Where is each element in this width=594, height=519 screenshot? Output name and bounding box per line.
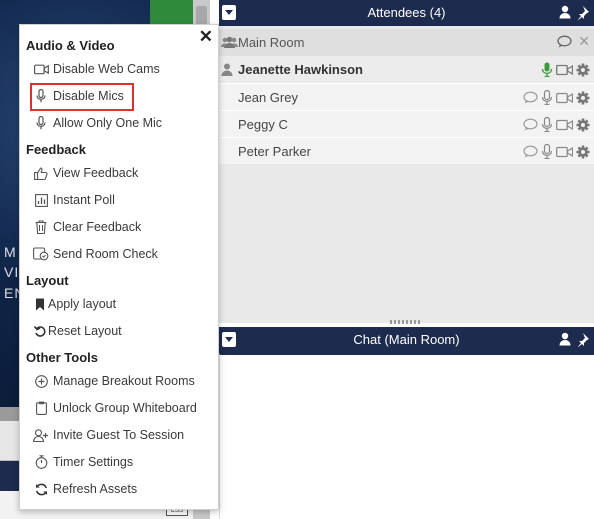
- attendee-row[interactable]: Peggy C: [219, 110, 594, 137]
- group-icon: [221, 36, 238, 48]
- chat-header: Chat (Main Room): [219, 327, 594, 353]
- host-row[interactable]: Jeanette Hawkinson: [219, 56, 594, 83]
- highlight-box: [30, 83, 134, 111]
- menu-item-label: Manage Breakout Rooms: [53, 374, 195, 388]
- host-tools-menu: ✕ Audio & Video Disable Web Cams Disable…: [19, 24, 219, 510]
- menu-item-label: View Feedback: [53, 166, 139, 180]
- attendee-name: Jean Grey: [238, 90, 298, 105]
- menu-item-label: Disable Web Cams: [53, 62, 160, 76]
- user-icon[interactable]: [559, 5, 573, 19]
- gear-icon[interactable]: [576, 145, 590, 159]
- add-user-icon: [33, 428, 48, 442]
- poll-icon: [34, 193, 48, 207]
- menu-item-label: Refresh Assets: [53, 482, 138, 496]
- bookmark-icon: [36, 298, 44, 310]
- chat-messages-area[interactable]: [219, 353, 594, 519]
- mic-icon[interactable]: [541, 144, 553, 159]
- menu-item-label: Send Room Check: [53, 247, 158, 261]
- mic-icon[interactable]: [541, 62, 553, 77]
- webcam-icon[interactable]: [556, 146, 573, 158]
- mic-icon: [36, 116, 46, 130]
- webcam-icon[interactable]: [556, 119, 573, 131]
- section-title-other-tools: Other Tools: [26, 350, 98, 365]
- panel-resize-handle[interactable]: [390, 320, 420, 324]
- mic-icon[interactable]: [541, 117, 553, 132]
- menu-item-manage-breakout-rooms[interactable]: Manage Breakout Rooms: [32, 370, 195, 392]
- menu-item-unlock-group-whiteboard[interactable]: Unlock Group Whiteboard: [32, 397, 197, 419]
- clipboard-icon: [35, 401, 47, 415]
- chat-bubble-icon[interactable]: [523, 118, 538, 131]
- menu-item-allow-only-one-mic[interactable]: Allow Only One Mic: [32, 112, 162, 134]
- trash-icon: [35, 220, 47, 234]
- menu-item-send-room-check[interactable]: Send Room Check: [32, 243, 158, 265]
- webcam-icon[interactable]: [556, 64, 573, 76]
- stopwatch-icon: [35, 455, 47, 469]
- section-title-audio-video: Audio & Video: [26, 38, 115, 53]
- menu-item-reset-layout[interactable]: Reset Layout: [34, 320, 122, 342]
- menu-item-label: Apply layout: [48, 297, 117, 311]
- attendee-name: Peter Parker: [238, 144, 311, 159]
- gear-icon[interactable]: [576, 118, 590, 132]
- room-check-icon: [33, 247, 49, 261]
- menu-item-invite-guest[interactable]: Invite Guest To Session: [32, 424, 184, 446]
- user-icon: [221, 63, 233, 76]
- close-icon[interactable]: ✕: [578, 34, 590, 48]
- chat-bubble-icon[interactable]: [557, 35, 572, 48]
- user-icon[interactable]: [559, 332, 573, 346]
- refresh-icon: [35, 483, 47, 495]
- undo-icon: [34, 325, 46, 337]
- menu-item-instant-poll[interactable]: Instant Poll: [32, 189, 115, 211]
- menu-item-view-feedback[interactable]: View Feedback: [32, 162, 138, 184]
- attendees-list: Main Room ✕ Jeanette Hawkinson Jean Grey…: [219, 26, 594, 323]
- webcam-icon: [33, 64, 49, 74]
- main-room-row[interactable]: Main Room ✕: [219, 29, 594, 56]
- gear-icon[interactable]: [576, 91, 590, 105]
- mic-icon[interactable]: [541, 90, 553, 105]
- close-icon[interactable]: ✕: [199, 28, 213, 45]
- menu-item-label: Unlock Group Whiteboard: [53, 401, 197, 415]
- pin-icon[interactable]: [575, 332, 590, 347]
- menu-item-label: Reset Layout: [48, 324, 122, 338]
- menu-item-clear-feedback[interactable]: Clear Feedback: [32, 216, 141, 238]
- menu-item-label: Allow Only One Mic: [53, 116, 163, 130]
- menu-item-label: Clear Feedback: [53, 220, 142, 234]
- attendee-row[interactable]: Jean Grey: [219, 83, 594, 110]
- menu-item-label: Instant Poll: [53, 193, 115, 207]
- menu-item-label: Invite Guest To Session: [53, 428, 185, 442]
- menu-item-refresh-assets[interactable]: Refresh Assets: [32, 478, 137, 500]
- section-title-layout: Layout: [26, 273, 69, 288]
- menu-item-apply-layout[interactable]: Apply layout: [34, 293, 116, 315]
- webcam-icon[interactable]: [556, 92, 573, 104]
- menu-item-timer-settings[interactable]: Timer Settings: [32, 451, 133, 473]
- thumbs-up-icon: [34, 166, 48, 180]
- menu-item-disable-web-cams[interactable]: Disable Web Cams: [32, 58, 160, 80]
- chat-title: Chat (Main Room): [353, 332, 460, 347]
- attendees-title: Attendees (4): [367, 5, 446, 20]
- attendees-header: Attendees (4): [219, 0, 594, 26]
- chat-bubble-icon[interactable]: [523, 91, 538, 104]
- attendee-name: Peggy C: [238, 117, 288, 132]
- pin-icon[interactable]: [575, 5, 590, 20]
- host-name: Jeanette Hawkinson: [238, 62, 363, 77]
- section-title-feedback: Feedback: [26, 142, 86, 157]
- attendee-row[interactable]: Peter Parker: [219, 137, 594, 164]
- video-text-line: M: [4, 244, 17, 260]
- plus-circle-icon: [34, 374, 48, 388]
- gear-icon[interactable]: [576, 63, 590, 77]
- main-room-label: Main Room: [238, 35, 305, 50]
- menu-item-label: Timer Settings: [53, 455, 134, 469]
- chat-bubble-icon[interactable]: [523, 145, 538, 158]
